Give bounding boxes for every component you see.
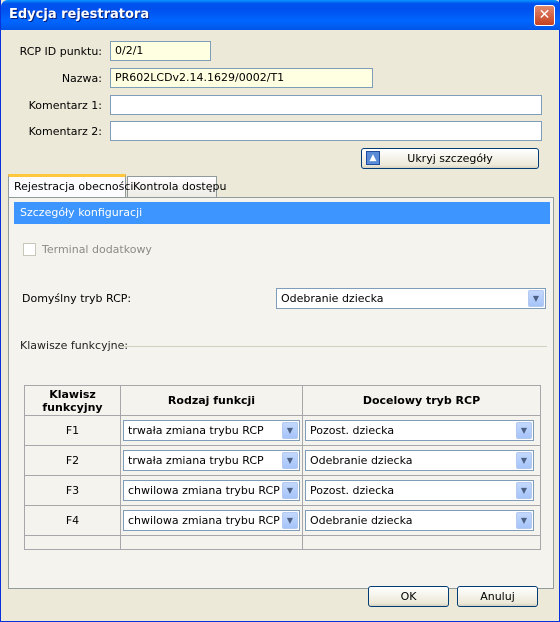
chevron-down-icon[interactable]: ▼ — [282, 452, 298, 469]
section-header[interactable]: Szczegóły konfiguracji — [14, 202, 550, 224]
chevron-down-icon[interactable]: ▼ — [282, 482, 298, 499]
tab-panel: Szczegóły konfiguracji Terminal dodatkow… — [8, 197, 554, 589]
function-select[interactable]: trwała zmiana trybu RCP ▼ — [123, 450, 300, 471]
close-button[interactable]: ✕ — [534, 5, 555, 26]
default-mode-select[interactable]: Odebranie dziecka ▼ — [276, 288, 546, 309]
target-mode-select[interactable]: Odebranie dziecka ▼ — [305, 510, 534, 531]
function-keys-label: Klawisze funkcyjne: — [20, 339, 129, 352]
function-select[interactable]: chwilowa zmiana trybu RCP ▼ — [123, 480, 300, 501]
table-empty-row — [24, 535, 541, 550]
table-row: F2 trwała zmiana trybu RCP ▼ Odebranie dz… — [24, 445, 541, 476]
chevron-down-icon[interactable]: ▼ — [516, 452, 532, 469]
target-mode-value: Pozost. dziecka — [310, 424, 395, 437]
key-cell: F3 — [24, 475, 121, 506]
function-value: chwilowa zmiana trybu RCP — [128, 484, 280, 497]
chevron-down-icon[interactable]: ▼ — [516, 512, 532, 529]
chevron-down-icon[interactable]: ▼ — [282, 512, 298, 529]
dialog-client: RCP ID punktu: 0/2/1 Nazwa: PR602LCDv2.1… — [4, 30, 556, 618]
hide-details-label: Ukryj szczegóły — [407, 152, 493, 165]
key-cell: F4 — [24, 505, 121, 536]
table-row: F1 trwała zmiana trybu RCP ▼ Pozost. dzie… — [24, 415, 541, 446]
header-docelowy: Docelowy tryb RCP — [302, 385, 541, 416]
header-rodzaj: Rodzaj funkcji — [120, 385, 303, 416]
dialog-window: Edycja rejestratora ✕ RCP ID punktu: 0/2… — [0, 0, 560, 622]
function-select[interactable]: chwilowa zmiana trybu RCP ▼ — [123, 510, 300, 531]
collapse-up-icon: ▲ — [366, 151, 380, 165]
chevron-down-icon[interactable]: ▼ — [516, 482, 532, 499]
chevron-down-icon[interactable]: ▼ — [516, 422, 532, 439]
header-klawisz: Klawisz funkcyjny — [24, 385, 121, 416]
cancel-button[interactable]: Anuluj — [457, 586, 538, 607]
komentarz1-label: Komentarz 1: — [28, 99, 102, 112]
target-mode-select[interactable]: Pozost. dziecka ▼ — [305, 480, 534, 501]
target-mode-select[interactable]: Pozost. dziecka ▼ — [305, 420, 534, 441]
komentarz2-label: Komentarz 2: — [28, 125, 102, 138]
target-mode-select[interactable]: Odebranie dziecka ▼ — [305, 450, 534, 471]
function-value: trwała zmiana trybu RCP — [128, 454, 264, 467]
komentarz2-field[interactable] — [110, 121, 542, 141]
window-title: Edycja rejestratora — [9, 7, 150, 22]
target-mode-value: Pozost. dziecka — [310, 484, 395, 497]
terminal-label: Terminal dodatkowy — [42, 243, 152, 256]
hide-details-button[interactable]: ▲ Ukryj szczegóły — [361, 148, 539, 169]
table-row: F4 chwilowa zmiana trybu RCP ▼ Odebranie … — [24, 505, 541, 536]
tab-rejestracja-obecnosci[interactable]: Rejestracja obecności — [8, 174, 133, 197]
nazwa-label: Nazwa: — [61, 72, 102, 85]
table-row: F3 chwilowa zmiana trybu RCP ▼ Pozost. dz… — [24, 475, 541, 506]
function-value: trwała zmiana trybu RCP — [128, 424, 264, 437]
function-keys-table: Klawisz funkcyjny Rodzaj funkcji Docelow… — [24, 385, 541, 550]
function-value: chwilowa zmiana trybu RCP — [128, 514, 280, 527]
komentarz1-field[interactable] — [110, 95, 542, 115]
close-icon: ✕ — [538, 7, 551, 23]
key-cell: F2 — [24, 445, 121, 476]
chevron-down-icon[interactable]: ▼ — [282, 422, 298, 439]
group-divider — [119, 346, 547, 347]
default-mode-value: Odebranie dziecka — [281, 292, 384, 305]
key-cell: F1 — [24, 415, 121, 446]
target-mode-value: Odebranie dziecka — [310, 454, 413, 467]
terminal-checkbox[interactable] — [23, 243, 36, 256]
nazwa-field[interactable]: PR602LCDv2.14.1629/0002/T1 — [110, 68, 373, 88]
table-header-row: Klawisz funkcyjny Rodzaj funkcji Docelow… — [24, 385, 541, 416]
rcp-id-field[interactable]: 0/2/1 — [110, 41, 211, 61]
ok-button[interactable]: OK — [368, 586, 449, 607]
title-bar[interactable]: Edycja rejestratora ✕ — [1, 0, 560, 30]
function-select[interactable]: trwała zmiana trybu RCP ▼ — [123, 420, 300, 441]
default-mode-label: Domyślny tryb RCP: — [22, 292, 132, 305]
chevron-down-icon[interactable]: ▼ — [528, 290, 544, 307]
rcp-id-label: RCP ID punktu: — [19, 45, 102, 58]
tab-kontrola-dostepu[interactable]: Kontrola dostępu — [127, 176, 226, 197]
target-mode-value: Odebranie dziecka — [310, 514, 413, 527]
